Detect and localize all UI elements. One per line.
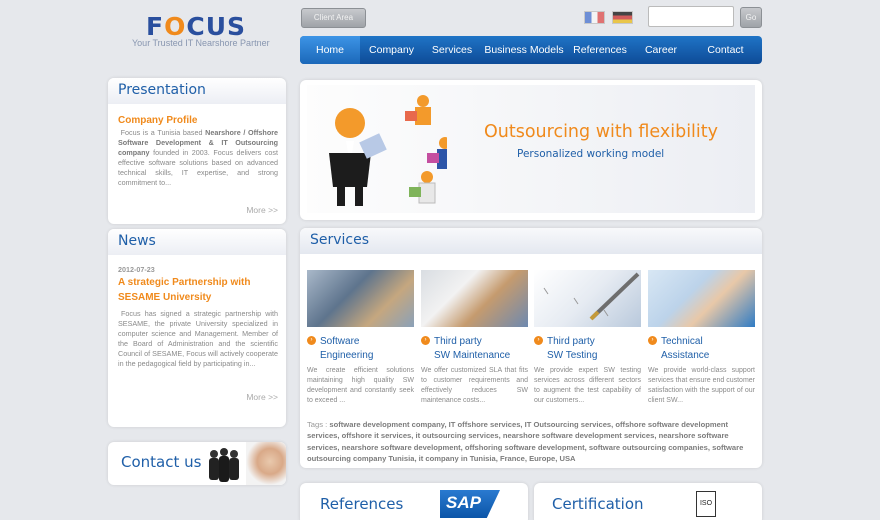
service-title-maintenance[interactable]: › Third party SW Maintenance bbox=[421, 335, 529, 362]
certification-panel[interactable]: Certification ISO bbox=[534, 483, 762, 520]
arrow-icon: › bbox=[421, 336, 430, 345]
services-title: Services bbox=[300, 228, 762, 254]
arrow-icon: › bbox=[648, 336, 657, 345]
service-title-testing[interactable]: › Third party SW Testing bbox=[534, 335, 642, 362]
service-title-line-2: SW Maintenance bbox=[434, 349, 511, 361]
nav-references[interactable]: References bbox=[567, 36, 633, 64]
news-more-link[interactable]: More >> bbox=[118, 392, 278, 402]
service-desc-maintenance: We offer customized SLA that fits to cus… bbox=[421, 367, 528, 404]
presentation-more-link[interactable]: More >> bbox=[118, 205, 278, 215]
nav-business-models[interactable]: Business Models bbox=[481, 36, 567, 64]
service-title-line-1: Third party bbox=[547, 336, 595, 347]
service-title-line-2: Engineering bbox=[320, 349, 374, 361]
sap-logo: SAP bbox=[440, 490, 500, 518]
tags-label: Tags : bbox=[307, 420, 328, 429]
logo-letter-f: F bbox=[146, 12, 165, 41]
company-profile-heading[interactable]: Company Profile bbox=[118, 113, 278, 128]
logo-letter-o: O bbox=[164, 12, 187, 41]
service-image-testing[interactable] bbox=[534, 270, 641, 327]
service-title-line-1: Technical bbox=[661, 336, 703, 347]
references-panel[interactable]: References SAP bbox=[300, 483, 528, 520]
presentation-title: Presentation bbox=[108, 78, 286, 104]
service-image-assistance[interactable] bbox=[648, 270, 755, 327]
arrow-icon: › bbox=[307, 336, 316, 345]
service-title-line-2: Assistance bbox=[661, 349, 710, 361]
references-label: References bbox=[320, 495, 404, 513]
service-title-line-2: SW Testing bbox=[547, 349, 598, 361]
service-title-line-1: Third party bbox=[434, 336, 482, 347]
service-image-engineering[interactable] bbox=[307, 270, 414, 327]
hero-subline: Personalized working model bbox=[517, 148, 665, 160]
service-desc-assistance: We provide world-class support services … bbox=[648, 367, 755, 404]
german-flag-icon[interactable] bbox=[612, 11, 633, 24]
certification-badge: ISO bbox=[696, 491, 716, 517]
presentation-panel: Presentation Company Profile Focus is a … bbox=[108, 78, 286, 224]
logo-tagline: Your Trusted IT Nearshore Partner bbox=[132, 38, 270, 48]
service-title-engineering[interactable]: › Software Engineering bbox=[307, 335, 415, 362]
news-text: Focus has signed a strategic partnership… bbox=[118, 309, 278, 368]
news-panel: News 2012-07-23 A strategic Partnership … bbox=[108, 229, 286, 427]
nav-company[interactable]: Company bbox=[360, 36, 423, 64]
support-agent-photo bbox=[246, 442, 286, 485]
tags-list[interactable]: software development company, IT offshor… bbox=[307, 420, 743, 463]
arrow-icon: › bbox=[534, 336, 543, 345]
service-desc-engineering: We create efficient solutions maintainin… bbox=[307, 367, 414, 404]
news-heading[interactable]: A strategic Partnership with SESAME Univ… bbox=[118, 275, 278, 305]
client-area-button[interactable]: Client Area bbox=[301, 8, 366, 28]
news-date: 2012-07-23 bbox=[118, 265, 155, 274]
nav-career[interactable]: Career bbox=[633, 36, 689, 64]
pen-chart-icon bbox=[543, 272, 640, 321]
certification-label: Certification bbox=[552, 495, 644, 513]
main-nav: Home Company Services Business Models Re… bbox=[300, 36, 762, 64]
hero-banner[interactable]: Outsourcing with flexibility Personalize… bbox=[307, 85, 755, 213]
contact-us-label: Contact us bbox=[121, 453, 202, 471]
nav-home[interactable]: Home bbox=[300, 36, 360, 64]
nav-contact[interactable]: Contact bbox=[689, 36, 762, 64]
service-title-line-1: Software bbox=[320, 336, 360, 347]
logo-letters-cus: CUS bbox=[186, 12, 246, 41]
go-button[interactable]: Go bbox=[740, 7, 762, 28]
service-title-assistance[interactable]: › Technical Assistance bbox=[648, 335, 756, 362]
hero-headline: Outsourcing with flexibility bbox=[484, 122, 719, 142]
business-people-illustration bbox=[329, 95, 447, 206]
nav-services[interactable]: Services bbox=[423, 36, 481, 64]
logo[interactable]: FOCUS bbox=[146, 14, 246, 40]
contact-us-panel[interactable]: Contact us bbox=[108, 442, 286, 485]
tags-block: Tags : software development company, IT … bbox=[307, 419, 755, 464]
profile-text-start: Focus is a Tunisia based bbox=[120, 128, 206, 137]
french-flag-icon[interactable] bbox=[584, 11, 605, 24]
news-title: News bbox=[108, 229, 286, 255]
team-figures-icon bbox=[209, 448, 239, 482]
service-image-maintenance[interactable] bbox=[421, 270, 528, 327]
company-profile-text: Focus is a Tunisia based Nearshore / Off… bbox=[118, 128, 278, 188]
service-desc-testing: We provide expert SW testing services ac… bbox=[534, 367, 641, 404]
search-input[interactable] bbox=[648, 6, 734, 27]
